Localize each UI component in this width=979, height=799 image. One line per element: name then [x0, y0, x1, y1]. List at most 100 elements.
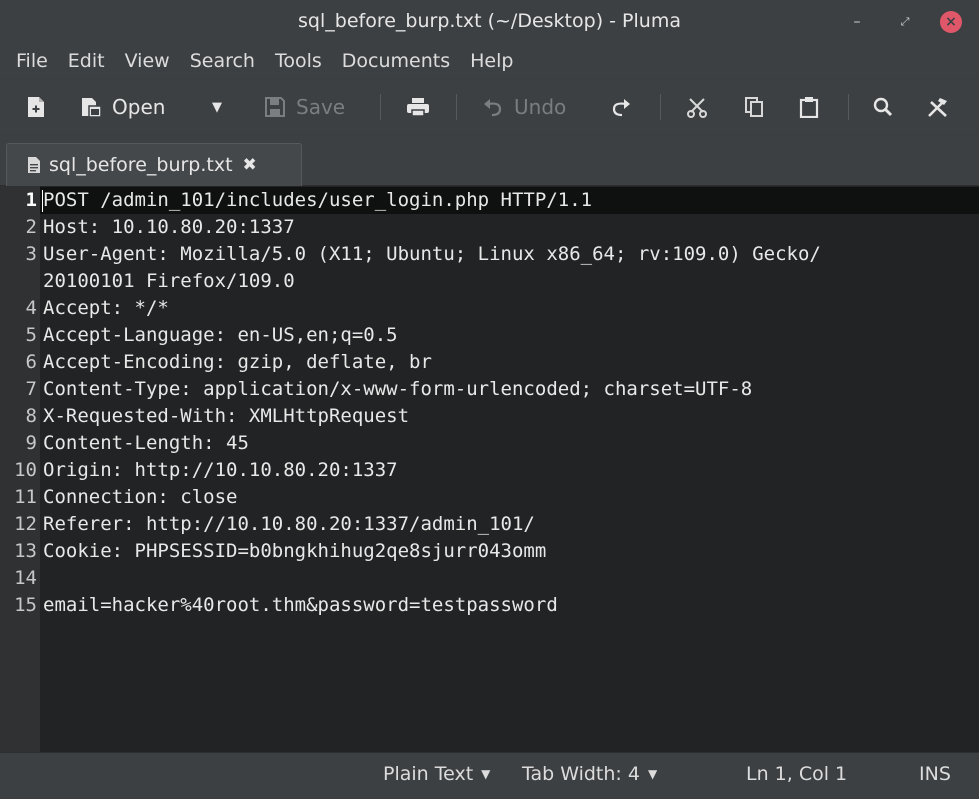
search-icon [873, 97, 893, 117]
editor-line: 1 POST /admin_101/includes/user_login.php… [0, 187, 979, 214]
redo-button[interactable] [610, 92, 632, 122]
menu-file[interactable]: File [6, 50, 58, 72]
menu-bar: File Edit View Search Tools Documents He… [0, 44, 979, 78]
undo-label: Undo [514, 95, 567, 119]
chevron-down-icon: ▼ [212, 99, 222, 115]
editor-line: 7 Content-Type: application/x-www-form-ur… [0, 376, 979, 403]
editor-line: 13 Cookie: PHPSESSID=b0bngkhihug2qe8sjurr… [0, 538, 979, 565]
maximize-icon[interactable]: ⤢ [894, 11, 916, 33]
toolbar-separator [660, 94, 661, 120]
menu-documents[interactable]: Documents [332, 50, 460, 72]
line-number: 14 [14, 567, 37, 589]
line-text: Referer: http://10.10.80.20:1337/admin_1… [43, 513, 535, 535]
print-icon [407, 98, 429, 117]
document-tabs: sql_before_burp.txt ✖ [0, 136, 979, 186]
line-text: X-Requested-With: XMLHttpRequest [43, 405, 410, 427]
redo-icon [612, 99, 630, 117]
line-number: 4 [25, 297, 37, 319]
line-number: 3 [25, 243, 37, 265]
tools-icon [928, 98, 947, 117]
line-number: 12 [14, 513, 37, 535]
menu-tools[interactable]: Tools [265, 50, 332, 72]
line-text: Origin: http://10.10.80.20:1337 [43, 459, 398, 481]
save-icon [265, 97, 285, 117]
chevron-down-icon: ▼ [481, 767, 491, 781]
line-number: 2 [25, 216, 37, 238]
new-document-button[interactable] [26, 92, 46, 122]
minimize-icon[interactable]: – [846, 11, 868, 33]
editor-line: 8 X-Requested-With: XMLHttpRequest [0, 403, 979, 430]
editor-line: 14 [0, 565, 979, 592]
menu-edit[interactable]: Edit [58, 50, 115, 72]
new-document-icon [28, 97, 44, 117]
line-text: Accept-Encoding: gzip, deflate, br [43, 351, 432, 373]
tab-width-selector[interactable]: Tab Width: 4 ▼ [522, 763, 657, 785]
copy-icon [745, 97, 763, 117]
line-number: 8 [25, 405, 37, 427]
line-text: User-Agent: Mozilla/5.0 (X11; Ubuntu; Li… [43, 243, 821, 265]
save-button[interactable]: Save [264, 92, 345, 122]
line-text: Host: 10.10.80.20:1337 [43, 216, 295, 238]
save-label: Save [296, 95, 346, 119]
line-text: POST /admin_101/includes/user_login.php … [43, 189, 593, 211]
editor-line: 12 Referer: http://10.10.80.20:1337/admin… [0, 511, 979, 538]
open-icon [82, 98, 102, 118]
line-text: Content-Type: application/x-www-form-url… [43, 378, 753, 400]
language-selector[interactable]: Plain Text ▼ [383, 763, 490, 785]
line-number: 15 [14, 594, 37, 616]
line-text: email=hacker%40root.thm&password=testpas… [43, 594, 558, 616]
text-cursor [42, 190, 43, 212]
open-recent-dropdown[interactable]: ▼ [212, 92, 222, 122]
insert-mode: INS [919, 763, 951, 785]
line-number: 5 [25, 324, 37, 346]
line-number: 10 [14, 459, 37, 481]
line-number: 7 [25, 378, 37, 400]
line-text: 20100101 Firefox/109.0 [43, 270, 295, 292]
undo-icon [484, 99, 502, 117]
tab-width-label: Tab Width: 4 [522, 763, 640, 785]
line-number: 13 [14, 540, 37, 562]
chevron-down-icon: ▼ [647, 767, 658, 781]
cut-button[interactable] [686, 92, 708, 122]
close-tab-icon[interactable]: ✖ [243, 155, 257, 175]
document-tab[interactable]: sql_before_burp.txt ✖ [6, 143, 302, 186]
editor-line: 9 Content-Length: 45 [0, 430, 979, 457]
toolbar-separator [380, 94, 381, 120]
editor-line: 11 Connection: close [0, 484, 979, 511]
window-title: sql_before_burp.txt (~/Desktop) - Pluma [298, 10, 681, 32]
undo-button[interactable]: Undo [482, 92, 566, 122]
menu-help[interactable]: Help [460, 50, 523, 72]
editor-line: 3 User-Agent: Mozilla/5.0 (X11; Ubuntu; L… [0, 241, 979, 268]
find-button[interactable] [872, 92, 894, 122]
copy-button[interactable] [743, 92, 765, 122]
language-label: Plain Text [383, 763, 474, 785]
toolbar: Open ▼ Save Undo [0, 80, 979, 134]
editor-line: 10 Origin: http://10.10.80.20:1337 [0, 457, 979, 484]
editor-line: 6 Accept-Encoding: gzip, deflate, br [0, 349, 979, 376]
menu-view[interactable]: View [115, 50, 180, 72]
tab-label: sql_before_burp.txt [49, 154, 233, 176]
line-text: Connection: close [43, 486, 238, 508]
open-button[interactable]: Open [80, 92, 165, 122]
scissors-icon [687, 98, 707, 118]
print-button[interactable] [406, 92, 430, 122]
text-editor[interactable]: 1 POST /admin_101/includes/user_login.php… [0, 186, 979, 752]
line-text: Content-Length: 45 [43, 432, 249, 454]
editor-line: 4 Accept: */* [0, 295, 979, 322]
close-icon[interactable]: × [940, 11, 962, 33]
clipboard-icon [799, 97, 819, 118]
menu-search[interactable]: Search [180, 50, 265, 72]
editor-line: 20100101 Firefox/109.0 [0, 268, 979, 295]
find-replace-button[interactable] [926, 92, 950, 122]
line-number: 1 [25, 189, 37, 211]
open-label: Open [112, 95, 166, 119]
line-text: Accept-Language: en-US,en;q=0.5 [43, 324, 398, 346]
paste-button[interactable] [798, 92, 820, 122]
title-bar: sql_before_burp.txt (~/Desktop) - Pluma … [0, 0, 979, 44]
status-bar: Plain Text ▼ Tab Width: 4 ▼ Ln 1, Col 1 … [0, 752, 979, 796]
toolbar-separator [456, 94, 457, 120]
line-text: Accept: */* [43, 297, 169, 319]
toolbar-separator [848, 94, 849, 120]
cursor-position: Ln 1, Col 1 [746, 763, 848, 785]
line-text: Cookie: PHPSESSID=b0bngkhihug2qe8sjurr04… [43, 540, 547, 562]
